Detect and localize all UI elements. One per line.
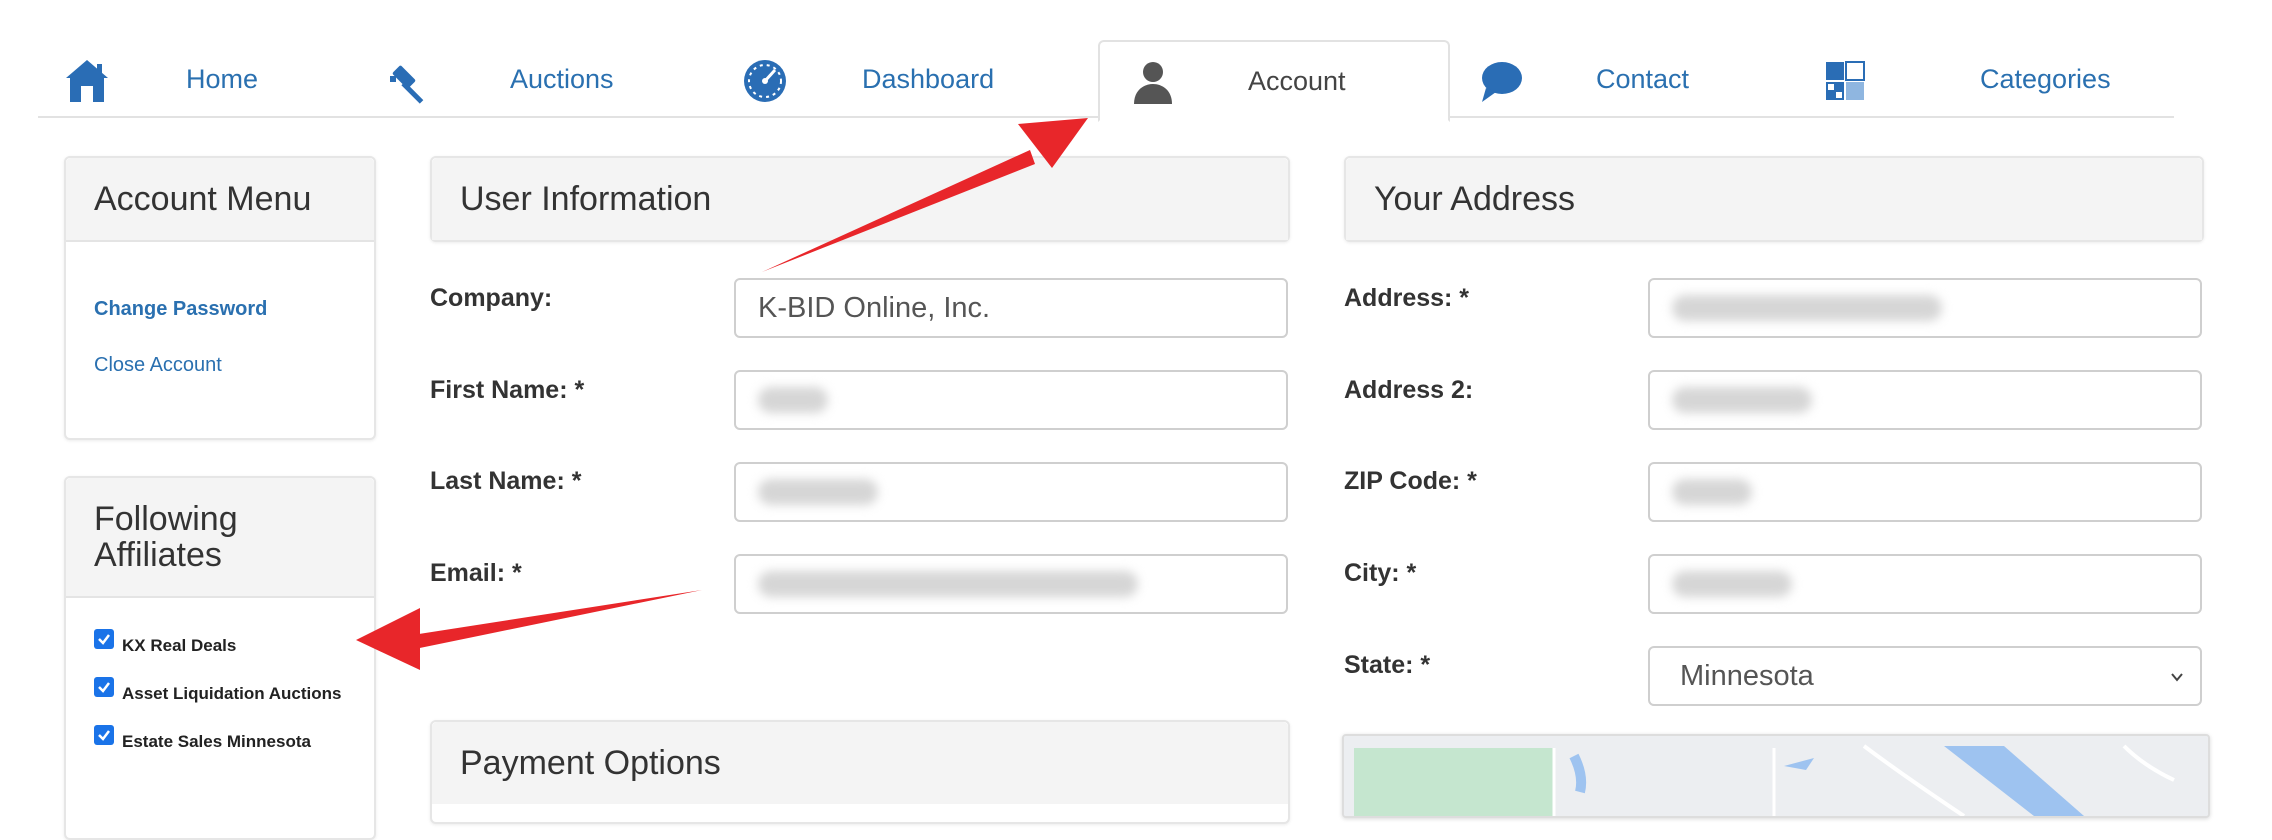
first-name-input[interactable]	[734, 370, 1288, 430]
checkbox-checked[interactable]	[94, 677, 114, 697]
tab-home[interactable]: Home	[38, 40, 288, 118]
affiliate-label: KX Real Deals	[122, 636, 237, 655]
affiliate-label: Estate Sales Minnesota	[122, 732, 311, 751]
address-map[interactable]	[1342, 734, 2210, 818]
tab-contact[interactable]: Contact	[1478, 40, 1778, 118]
account-menu-panel: Account Menu Change Password Close Accou…	[64, 156, 376, 440]
home-icon	[66, 60, 108, 102]
payment-panel: Payment Options	[430, 720, 1290, 824]
zip-input[interactable]	[1648, 462, 2202, 522]
redacted-value	[1672, 479, 1752, 505]
last-name-label: Last Name: *	[430, 467, 582, 495]
check-icon	[98, 682, 110, 693]
tab-categories[interactable]: Categories	[1822, 40, 2142, 118]
user-info-title: User Information	[432, 158, 1288, 240]
tab-account[interactable]: Account	[1098, 40, 1450, 122]
city-input[interactable]	[1648, 554, 2202, 614]
tab-label: Dashboard	[862, 64, 995, 94]
chat-bubble-icon	[1482, 62, 1522, 102]
company-input[interactable]: K-BID Online, Inc.	[734, 278, 1288, 338]
grid-icon	[1826, 61, 1865, 100]
main-nav: Home Auctions Dashboard Account Contact	[38, 40, 2174, 122]
account-menu-title: Account Menu	[66, 158, 374, 242]
chevron-down-icon	[2171, 673, 2183, 682]
email-input[interactable]	[734, 554, 1288, 614]
check-icon	[98, 730, 110, 741]
redacted-value	[1672, 295, 1942, 321]
address-panel: Your Address	[1344, 156, 2204, 242]
redacted-value	[1672, 387, 1812, 413]
tab-dashboard[interactable]: Dashboard	[742, 40, 1082, 118]
company-label: Company:	[430, 284, 553, 312]
redacted-value	[758, 571, 1138, 597]
city-label: City: *	[1344, 559, 1417, 587]
tab-label: Categories	[1980, 64, 2111, 94]
checkbox-checked[interactable]	[94, 629, 114, 649]
checkbox-checked[interactable]	[94, 725, 114, 745]
affiliate-label: Asset Liquidation Auctions	[122, 684, 342, 703]
address-title: Your Address	[1346, 158, 2202, 240]
map-tiles	[1344, 736, 2208, 816]
payment-title: Payment Options	[432, 722, 1288, 804]
tab-label: Account	[1248, 66, 1346, 96]
redacted-value	[1672, 571, 1792, 597]
tab-auctions[interactable]: Auctions	[390, 40, 640, 118]
change-password-link[interactable]: Change Password	[94, 298, 267, 321]
affiliates-title: Following Affiliates	[66, 478, 374, 598]
user-icon	[1134, 62, 1172, 104]
redacted-value	[758, 479, 878, 505]
affiliates-panel: Following Affiliates KX Real Deals Asset…	[64, 476, 376, 840]
state-select[interactable]: Minnesota	[1648, 646, 2202, 706]
gavel-icon	[390, 65, 424, 104]
address2-label: Address 2:	[1344, 376, 1474, 404]
zip-label: ZIP Code: *	[1344, 467, 1477, 495]
affiliate-item[interactable]: Estate Sales Minnesota	[94, 725, 311, 752]
close-account-link[interactable]: Close Account	[94, 354, 222, 377]
state-label: State: *	[1344, 651, 1431, 679]
check-icon	[98, 634, 110, 645]
tab-label: Contact	[1596, 64, 1690, 94]
address2-input[interactable]	[1648, 370, 2202, 430]
affiliate-item[interactable]: KX Real Deals	[94, 629, 237, 656]
affiliate-item[interactable]: Asset Liquidation Auctions	[94, 677, 342, 704]
redacted-value	[758, 387, 828, 413]
user-info-panel: User Information	[430, 156, 1290, 242]
address-label: Address: *	[1344, 284, 1470, 312]
tab-label: Auctions	[510, 64, 614, 94]
first-name-label: First Name: *	[430, 376, 585, 404]
address-input[interactable]	[1648, 278, 2202, 338]
red-arrow-to-affiliates	[356, 590, 702, 670]
gauge-icon	[744, 60, 786, 102]
email-label: Email: *	[430, 559, 522, 587]
last-name-input[interactable]	[734, 462, 1288, 522]
tab-label: Home	[186, 64, 259, 94]
